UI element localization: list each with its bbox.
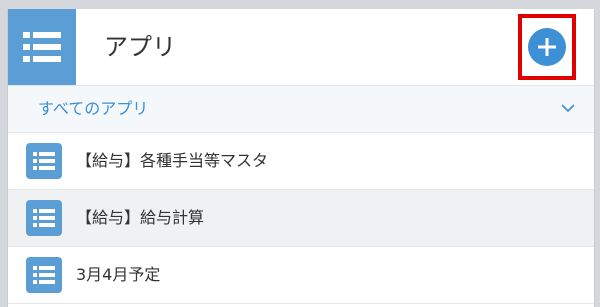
app-list-icon [8,9,76,85]
add-app-button[interactable] [528,28,566,66]
app-list-icon [26,257,62,293]
add-app-highlight [518,14,576,80]
app-filter-dropdown[interactable]: すべてのアプリ [8,85,594,133]
list-item-label: 【給与】各種手当等マスタ [76,151,269,170]
list-item[interactable]: 3月4月予定 [8,247,594,304]
list-item[interactable]: 【給与】各種手当等マスタ [8,133,594,190]
header: アプリ [8,9,594,85]
app-window: アプリ すべてのアプリ 【給与】各種手当等マスタ 【給与】給与計算 3月4月予定 [7,9,595,307]
page-title: アプリ [104,33,176,61]
plus-icon [538,38,556,56]
chevron-down-icon [561,104,575,113]
list-item[interactable]: 【給与】給与計算 [8,190,594,247]
app-list-icon [26,143,62,179]
list-item-label: 【給与】給与計算 [76,208,205,227]
app-list-icon [26,200,62,236]
app-list: 【給与】各種手当等マスタ 【給与】給与計算 3月4月予定 [8,133,594,304]
list-item-label: 3月4月予定 [76,265,161,284]
filter-label: すべてのアプリ [38,99,149,118]
